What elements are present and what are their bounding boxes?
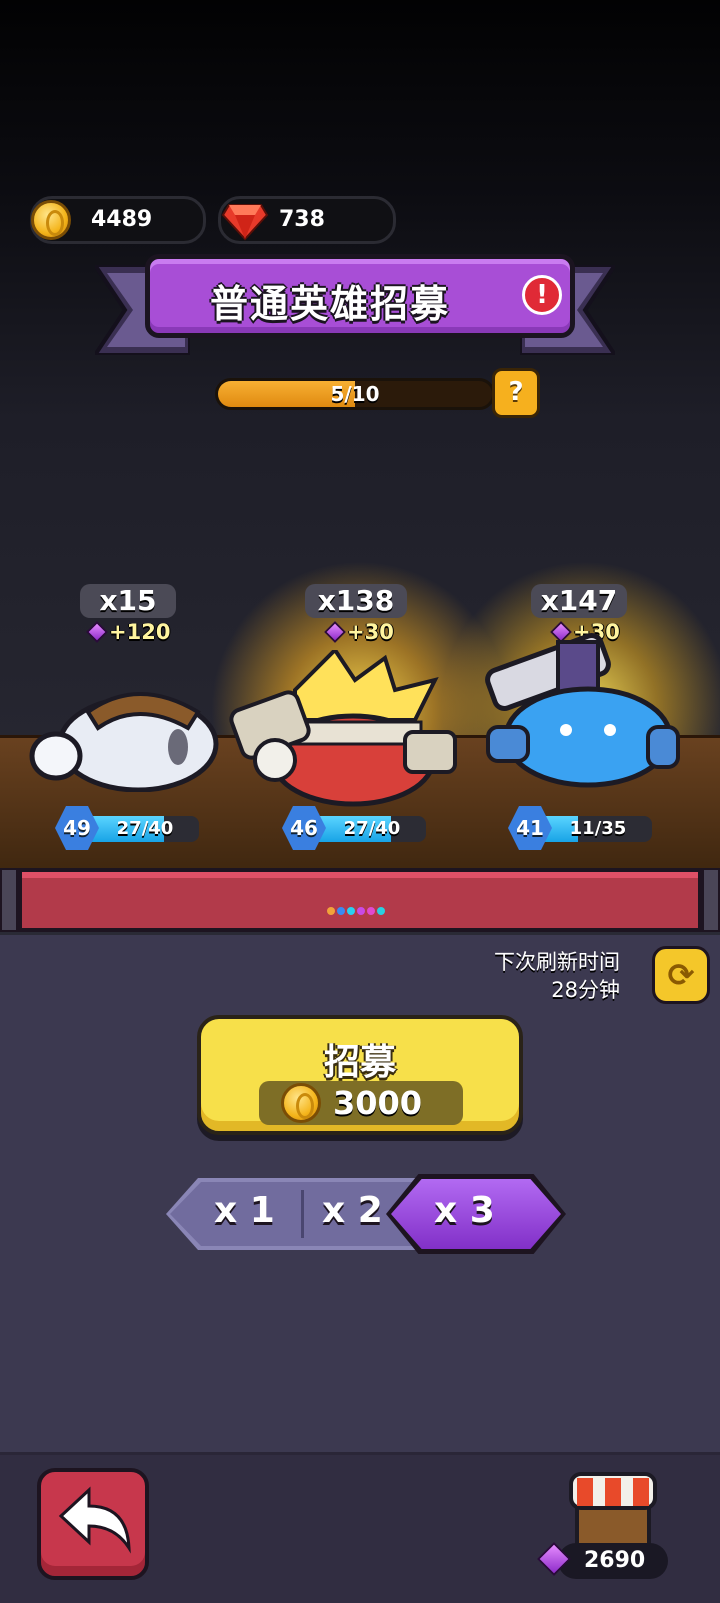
hero-2-hp-bar: 27/40 bbox=[318, 816, 426, 842]
ruby-counter: 738 bbox=[218, 196, 396, 244]
hero-2-fighter[interactable] bbox=[225, 650, 475, 810]
hero-1-level: 49 bbox=[55, 806, 99, 850]
multiplier-x2[interactable]: x 2 bbox=[322, 1190, 383, 1231]
refresh-label: 下次刷新时间 bbox=[494, 950, 620, 974]
purple-gem-icon bbox=[324, 621, 346, 643]
refresh-icon: ⟳ bbox=[667, 956, 695, 994]
refresh-timer: 下次刷新时间 28分钟 bbox=[494, 948, 620, 1004]
hero-2-level-hp: 27/40 46 bbox=[282, 806, 432, 850]
shop-gem-counter: 2690 bbox=[537, 1542, 668, 1579]
hero-3-level: 41 bbox=[508, 806, 552, 850]
page-title: 普通英雄招募 bbox=[209, 282, 450, 326]
hero-1-count: x15 bbox=[80, 584, 176, 618]
recruit-cost: 3000 bbox=[259, 1081, 463, 1125]
back-button[interactable] bbox=[37, 1468, 149, 1580]
hero-3-hp-bar: 11/35 bbox=[544, 816, 652, 842]
recruit-button[interactable]: 招募 3000 bbox=[197, 1015, 523, 1135]
gold-amount: 4489 bbox=[91, 207, 153, 232]
hero-2-count: x138 bbox=[305, 584, 407, 618]
ruby-amount: 738 bbox=[279, 207, 325, 232]
hero-1-knight[interactable] bbox=[28, 672, 228, 792]
purple-gem-icon bbox=[86, 621, 108, 643]
help-button[interactable]: ? bbox=[492, 368, 540, 418]
shop-gem-amount: 2690 bbox=[584, 1548, 646, 1573]
hero-2-level: 46 bbox=[282, 806, 326, 850]
gold-counter: 4489 bbox=[30, 196, 206, 244]
page-indicator-dots bbox=[327, 900, 387, 915]
hero-3-robot[interactable] bbox=[468, 622, 688, 792]
recruit-label: 招募 bbox=[323, 1042, 396, 1083]
progress-text: 5/10 bbox=[330, 382, 380, 406]
gold-coin-icon bbox=[31, 200, 71, 240]
multiplier-x1[interactable]: x 1 bbox=[214, 1190, 275, 1231]
multiplier-selector: x 1 x 2 x 3 bbox=[160, 1174, 580, 1254]
refresh-time: 28分钟 bbox=[551, 978, 620, 1002]
recruit-progress-bar: 5/10 bbox=[215, 378, 495, 410]
hero-3-count: x147 bbox=[531, 584, 627, 618]
ruby-gem-icon bbox=[221, 204, 269, 241]
hero-3-level-hp: 11/35 41 bbox=[508, 806, 658, 850]
title-banner: 普通英雄招募 ! bbox=[145, 254, 575, 338]
multiplier-x3-selected[interactable]: x 3 bbox=[434, 1190, 495, 1231]
hero-1-bonus: +120 bbox=[86, 620, 170, 644]
refresh-button[interactable]: ⟳ bbox=[652, 946, 710, 1004]
hero-2-bonus: +30 bbox=[324, 620, 394, 644]
alert-icon[interactable]: ! bbox=[522, 275, 562, 315]
back-arrow-icon bbox=[58, 1486, 131, 1554]
hero-1-level-hp: 27/40 49 bbox=[55, 806, 205, 850]
hero-1-hp-bar: 27/40 bbox=[91, 816, 199, 842]
gold-coin-icon bbox=[281, 1083, 321, 1123]
